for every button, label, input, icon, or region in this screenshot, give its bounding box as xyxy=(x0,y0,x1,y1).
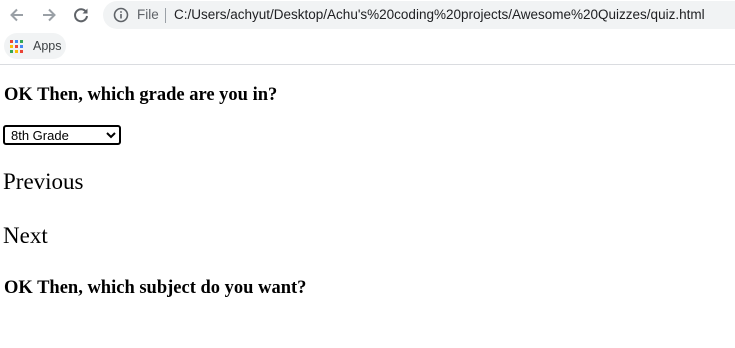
arrow-right-icon xyxy=(43,8,56,22)
back-button[interactable] xyxy=(5,3,29,27)
browser-toolbar: File C:/Users/achyut/Desktop/Achu's%20co… xyxy=(0,0,735,30)
page-content: OK Then, which grade are you in? 8th Gra… xyxy=(0,65,735,348)
grade-question: OK Then, which grade are you in? xyxy=(4,85,278,105)
info-circle-icon[interactable] xyxy=(113,7,129,23)
url-text[interactable]: C:/Users/achyut/Desktop/Achu's%20coding%… xyxy=(174,7,705,23)
forward-button[interactable] xyxy=(37,3,61,27)
reload-button[interactable] xyxy=(69,3,93,27)
reload-icon xyxy=(74,8,88,23)
bookmarks-bar: Apps xyxy=(0,31,735,64)
subject-question: OK Then, which subject do you want? xyxy=(4,278,307,298)
omnibox-separator xyxy=(165,8,166,23)
address-bar[interactable]: File C:/Users/achyut/Desktop/Achu's%20co… xyxy=(103,1,735,29)
next-link[interactable]: Next xyxy=(3,223,48,249)
grade-select[interactable]: 8th Grade xyxy=(3,125,121,145)
apps-bookmark[interactable]: Apps xyxy=(4,33,66,59)
previous-link[interactable]: Previous xyxy=(3,169,84,195)
scheme-label: File xyxy=(137,7,159,22)
apps-grid-icon xyxy=(10,40,23,53)
apps-label: Apps xyxy=(33,39,62,53)
arrow-left-icon xyxy=(10,8,23,22)
